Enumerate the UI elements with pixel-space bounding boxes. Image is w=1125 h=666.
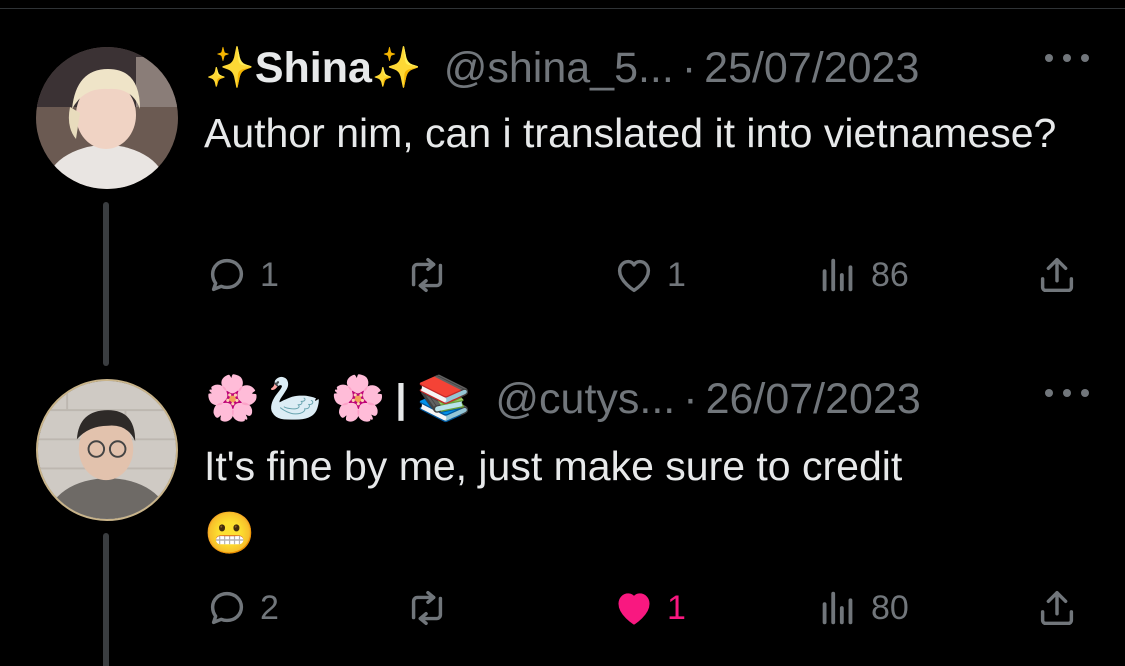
top-divider (0, 8, 1125, 9)
reply-icon (210, 591, 244, 625)
share-button[interactable] (1034, 583, 1080, 633)
tweet-header: 🌸 🦢 🌸 | 📚 @cutys... · 26/07/2023 (205, 371, 921, 427)
blossom-emoji: 🌸 (330, 374, 386, 423)
timestamp[interactable]: 25/07/2023 (704, 44, 919, 93)
share-icon (1040, 257, 1074, 293)
grimacing-emoji: 😬 (204, 510, 256, 556)
more-options-icon[interactable] (1045, 385, 1089, 401)
like-button[interactable]: 1 (611, 583, 686, 633)
action-bar: 2 1 80 (0, 583, 1125, 633)
handle[interactable]: @shina_5... (444, 44, 674, 93)
reply-button[interactable]: 1 (204, 250, 279, 300)
sparkles-icon: ✨ (205, 46, 255, 90)
reply-count: 2 (260, 588, 279, 627)
views-button[interactable]: 80 (815, 583, 909, 633)
like-count: 1 (667, 255, 686, 294)
avatar-image (36, 47, 178, 189)
tweet-text: Author nim, can i translated it into vie… (204, 102, 1084, 165)
tweet-1[interactable]: ✨ Shina ✨ @shina_5... · 25/07/2023 Autho… (0, 30, 1125, 366)
swan-emoji: 🦢 (267, 374, 323, 423)
avatar[interactable] (36, 379, 178, 521)
retweet-icon (411, 590, 443, 626)
separator-dot: · (683, 374, 698, 423)
display-name-text: Shina (254, 43, 372, 92)
view-count: 86 (871, 255, 909, 294)
tweet-text-body: It's fine by me, just make sure to credi… (204, 443, 903, 489)
avatar[interactable] (36, 47, 178, 189)
sparkles-icon: ✨ (371, 46, 422, 90)
heart-filled-icon (618, 593, 650, 625)
tweet-header: ✨ Shina ✨ @shina_5... · 25/07/2023 (205, 40, 919, 96)
books-emoji: 📚 (416, 374, 472, 423)
timestamp[interactable]: 26/07/2023 (706, 375, 921, 424)
reply-count: 1 (260, 255, 279, 294)
name-separator: | (395, 376, 407, 421)
display-name[interactable]: ✨ Shina ✨ (205, 44, 422, 93)
views-button[interactable]: 86 (815, 250, 909, 300)
retweet-icon (411, 257, 443, 293)
retweet-button[interactable] (404, 250, 460, 300)
views-icon (822, 591, 853, 625)
share-button[interactable] (1034, 250, 1080, 300)
display-name[interactable]: 🌸 🦢 🌸 | 📚 (205, 377, 479, 422)
retweet-button[interactable] (404, 583, 460, 633)
views-icon (822, 258, 853, 292)
action-bar: 1 1 86 (0, 250, 1125, 300)
tweet-text: It's fine by me, just make sure to credi… (204, 435, 1084, 565)
tweet-text-body: Author nim, can i translated it into vie… (204, 110, 1057, 156)
handle[interactable]: @cutys... (495, 375, 675, 424)
reply-icon (210, 258, 244, 292)
heart-icon (617, 259, 651, 293)
reply-button[interactable]: 2 (204, 583, 279, 633)
separator-dot: · (681, 43, 697, 92)
view-count: 80 (871, 588, 909, 627)
tweet-2[interactable]: 🌸 🦢 🌸 | 📚 @cutys... · 26/07/2023 It's fi… (0, 365, 1125, 666)
like-button[interactable]: 1 (611, 250, 686, 300)
more-options-icon[interactable] (1045, 50, 1089, 66)
share-icon (1040, 590, 1074, 626)
like-count: 1 (667, 588, 686, 627)
avatar-image (38, 381, 176, 519)
blossom-emoji: 🌸 (205, 374, 260, 423)
